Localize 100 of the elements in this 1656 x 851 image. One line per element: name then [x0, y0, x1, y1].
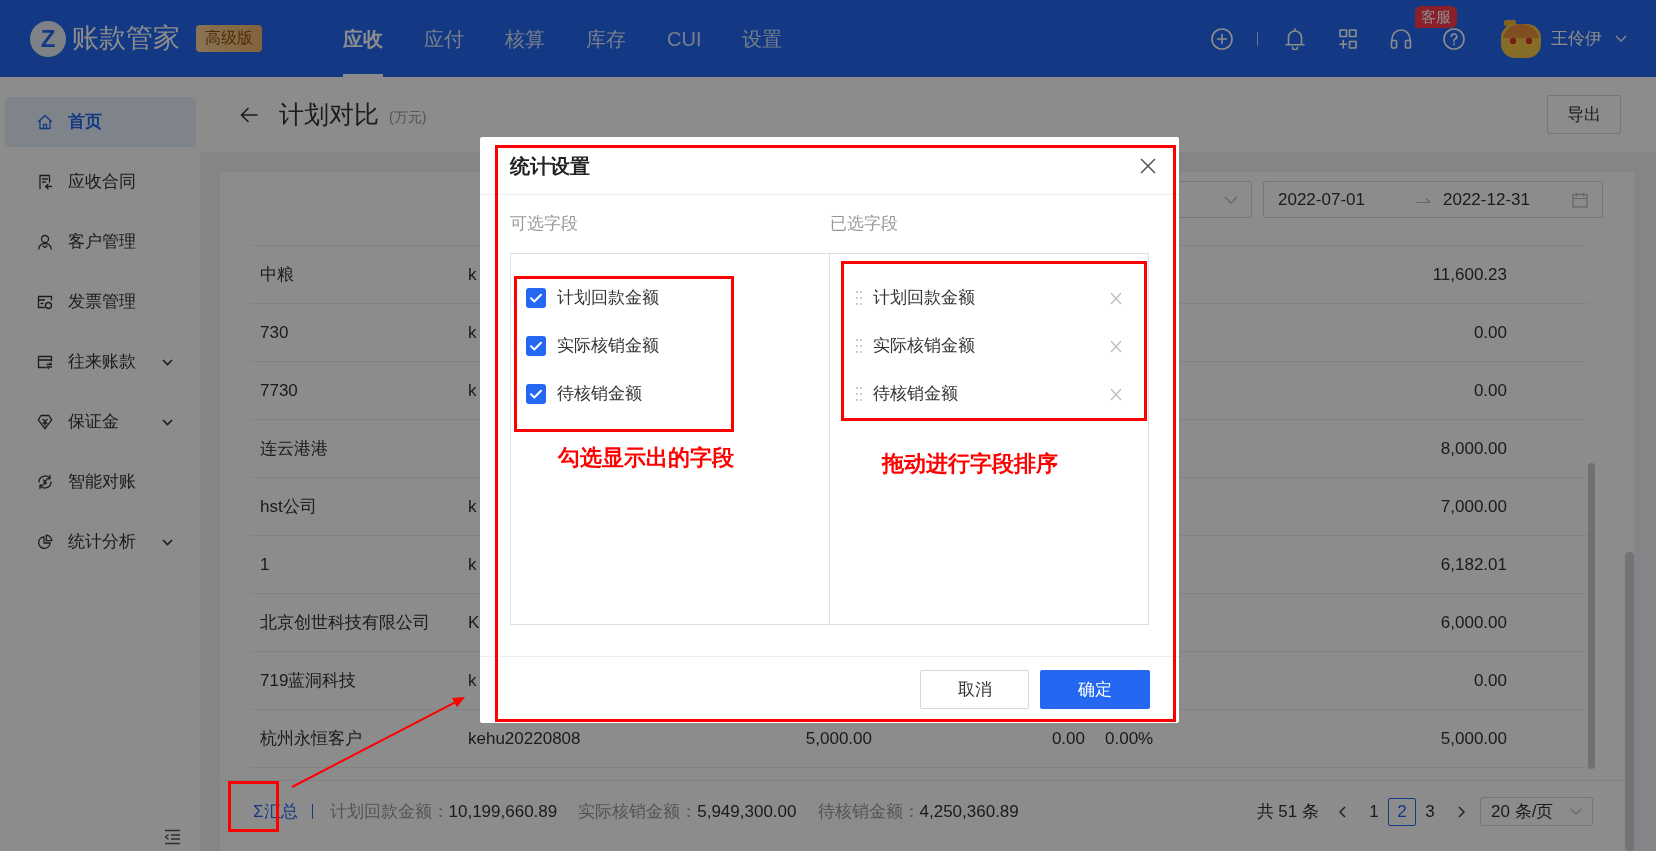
drag-handle-icon[interactable]: [856, 339, 862, 353]
logo-text: 账款管家: [72, 22, 180, 55]
checkbox[interactable]: [526, 336, 546, 356]
table-cell: kehu20220808: [468, 728, 581, 748]
table-cell: 5,000.00: [805, 728, 872, 748]
apps-icon[interactable]: [1339, 28, 1357, 49]
ledger-icon: [37, 354, 53, 370]
end-date[interactable]: 2022-12-31: [1443, 186, 1530, 213]
nav-tab[interactable]: 库存: [586, 0, 626, 77]
table-cell: 0.00: [1473, 380, 1507, 400]
logo-mark: Z: [30, 20, 66, 57]
page-number[interactable]: 3: [1416, 797, 1444, 826]
chevron-down-icon[interactable]: [1615, 35, 1627, 42]
sidebar-label: 首页: [68, 111, 102, 134]
user-name[interactable]: 王伶伊: [1551, 25, 1602, 52]
drag-handle-icon[interactable]: [856, 387, 862, 401]
table-cell: 中粮: [260, 264, 294, 284]
sidebar-label: 智能对账: [68, 471, 136, 494]
sidebar-label: 往来账款: [68, 351, 136, 374]
add-icon[interactable]: [1211, 27, 1233, 50]
table-cell: 7,000.00: [1440, 496, 1507, 516]
total-label: 实际核销金额：: [578, 800, 698, 823]
table-cell: 719蓝洞科技: [260, 670, 357, 690]
field-label: 计划回款金额: [873, 287, 975, 310]
date-range-field[interactable]: 2022-07-01 2022-12-31: [1263, 181, 1603, 218]
table-cell: 1: [260, 554, 270, 574]
confirm-button[interactable]: 确定: [1040, 670, 1150, 709]
sidebar-item[interactable]: 客户管理: [5, 217, 196, 267]
table-cell: k: [468, 264, 477, 284]
table-cell: k: [468, 496, 477, 516]
field-label: 实际核销金额: [557, 335, 659, 358]
table-cell: 0.00: [1473, 670, 1507, 690]
home-icon: [37, 114, 53, 130]
page-size-select[interactable]: 20 条/页: [1480, 797, 1593, 826]
help-icon[interactable]: [1443, 27, 1465, 50]
nav-tab[interactable]: 设置: [742, 0, 783, 77]
sidebar-item[interactable]: 首页: [5, 97, 196, 147]
table-cell: hst公司: [260, 496, 317, 516]
scrollbar-thumb[interactable]: [1625, 552, 1634, 851]
section-label: 可选字段: [510, 213, 579, 236]
start-date[interactable]: 2022-07-01: [1278, 186, 1363, 213]
exchange-icon: [37, 474, 53, 490]
cancel-button[interactable]: 取消: [920, 670, 1029, 709]
sidebar-label: 统计分析: [68, 531, 136, 554]
annotation-text: 拖动进行字段排序: [882, 449, 1058, 478]
table-cell: 北京创世科技有限公司: [260, 612, 430, 632]
table-cell: K: [468, 612, 480, 632]
collapse-icon[interactable]: [164, 829, 181, 845]
total-value: 10,199,660.89: [448, 800, 558, 823]
back-arrow-icon[interactable]: [240, 106, 258, 123]
support-badge: 客服: [1415, 6, 1457, 28]
avatar-icon[interactable]: [1501, 19, 1541, 58]
table-cell: 6,000.00: [1440, 612, 1507, 632]
total-count: 共 51 条: [1256, 800, 1319, 823]
drag-handle-icon[interactable]: [856, 291, 862, 305]
chevron-down-icon: [1224, 195, 1238, 204]
table-cell: 连云港港: [260, 438, 328, 458]
table-cell: 0.00: [1473, 322, 1507, 342]
table-cell: 6,182.01: [1440, 554, 1507, 574]
sidebar-label: 客户管理: [68, 231, 136, 254]
sidebar-label: 发票管理: [68, 291, 136, 314]
sidebar-item[interactable]: 智能对账: [5, 457, 196, 507]
chevron-right-icon[interactable]: [1458, 805, 1465, 818]
table-cell: 11,600.23: [1432, 264, 1507, 284]
table-cell: 5,000.00: [1440, 728, 1507, 748]
bell-icon[interactable]: [1285, 27, 1305, 50]
chevron-left-icon[interactable]: [1339, 805, 1346, 818]
section-label: 已选字段: [830, 213, 898, 236]
total-value: 4,250,360.89: [919, 800, 1019, 823]
table-cell: 730: [260, 322, 289, 342]
sidebar-item[interactable]: 发票管理: [5, 277, 196, 327]
scrollbar-thumb[interactable]: [1588, 463, 1595, 769]
sidebar-item[interactable]: 应收合同: [5, 157, 196, 207]
document-icon: [37, 174, 53, 190]
headset-icon[interactable]: [1390, 28, 1412, 49]
calendar-icon[interactable]: [1572, 191, 1588, 208]
sidebar-item[interactable]: 统计分析: [5, 517, 196, 567]
table-cell: k: [468, 554, 477, 574]
sidebar-label: 保证金: [68, 411, 119, 434]
total-label: 计划回款金额：: [329, 800, 449, 823]
checkbox[interactable]: [526, 288, 546, 308]
total-label: 待核销金额：: [817, 800, 920, 823]
page-number[interactable]: 2: [1388, 797, 1416, 826]
export-button[interactable]: 导出: [1547, 95, 1621, 134]
nav-tab[interactable]: CUI: [667, 0, 702, 77]
annotation-text: 勾选显示出的字段: [558, 443, 734, 472]
table-cell: k: [468, 380, 477, 400]
nav-tab[interactable]: 应付: [424, 0, 464, 77]
person-icon: [37, 234, 53, 250]
unit-label: (万元): [389, 108, 427, 127]
sidebar-item[interactable]: 保证金: [5, 397, 196, 447]
sidebar-item[interactable]: 往来账款: [5, 337, 196, 387]
nav-tab[interactable]: 核算: [505, 0, 545, 77]
table-cell: 杭州永恒客户: [260, 728, 362, 748]
page-number[interactable]: 1: [1360, 797, 1388, 826]
diamond-icon: [37, 414, 53, 430]
checkbox[interactable]: [526, 384, 546, 404]
close-icon[interactable]: [1140, 157, 1156, 174]
pie-chart-icon: [37, 534, 53, 550]
chevron-down-icon: [1570, 808, 1582, 815]
